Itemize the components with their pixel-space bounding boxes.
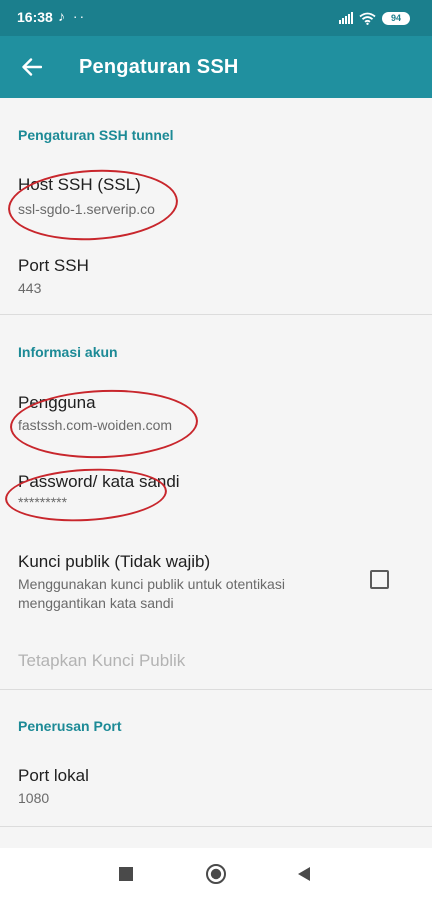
battery-icon: 94 xyxy=(382,11,410,25)
square-icon xyxy=(119,867,133,881)
pref-set-public-key: Tetapkan Kunci Publik xyxy=(18,651,186,670)
triangle-left-icon xyxy=(298,867,310,881)
notification-icons: ♪ ·· xyxy=(58,8,87,24)
app-bar: Pengaturan SSH xyxy=(0,36,432,98)
nav-bar xyxy=(0,848,432,900)
page-title: Pengaturan SSH xyxy=(79,56,239,78)
section-header-account: Informasi akun xyxy=(18,344,118,360)
pref-port-ssh-value: 443 xyxy=(18,280,42,296)
pref-public-key-title: Kunci publik (Tidak wajib) xyxy=(18,552,211,571)
status-time: 16:38 xyxy=(17,9,53,25)
pref-port-ssh[interactable] xyxy=(0,240,432,315)
back-button[interactable] xyxy=(10,45,54,89)
wifi-icon xyxy=(359,12,376,25)
pref-public-key-summary: Menggunakan kunci publik untuk otentikas… xyxy=(18,576,285,611)
pref-local-port-title: Port lokal xyxy=(18,766,89,785)
arrow-left-icon xyxy=(22,58,42,76)
circle-icon xyxy=(206,864,226,884)
divider xyxy=(0,314,432,315)
pref-local-port[interactable] xyxy=(0,752,432,826)
public-key-checkbox[interactable] xyxy=(370,570,389,589)
divider xyxy=(0,689,432,690)
section-header-ssh-tunnel: Pengaturan SSH tunnel xyxy=(18,127,174,143)
status-right-icons: 94 xyxy=(339,9,410,27)
divider xyxy=(0,826,432,827)
status-bar: 16:38 ♪ ·· 94 xyxy=(0,0,432,36)
pref-local-port-value: 1080 xyxy=(18,790,50,806)
pref-port-ssh-title: Port SSH xyxy=(18,256,89,275)
signal-icon xyxy=(339,12,353,24)
nav-back-button[interactable] xyxy=(284,858,324,890)
nav-home-button[interactable] xyxy=(196,858,236,890)
nav-recents-button[interactable] xyxy=(106,858,146,890)
section-header-port-forwarding: Penerusan Port xyxy=(18,718,122,734)
screen: 16:38 ♪ ·· 94 Pengaturan SSH Pengaturan … xyxy=(0,0,432,900)
